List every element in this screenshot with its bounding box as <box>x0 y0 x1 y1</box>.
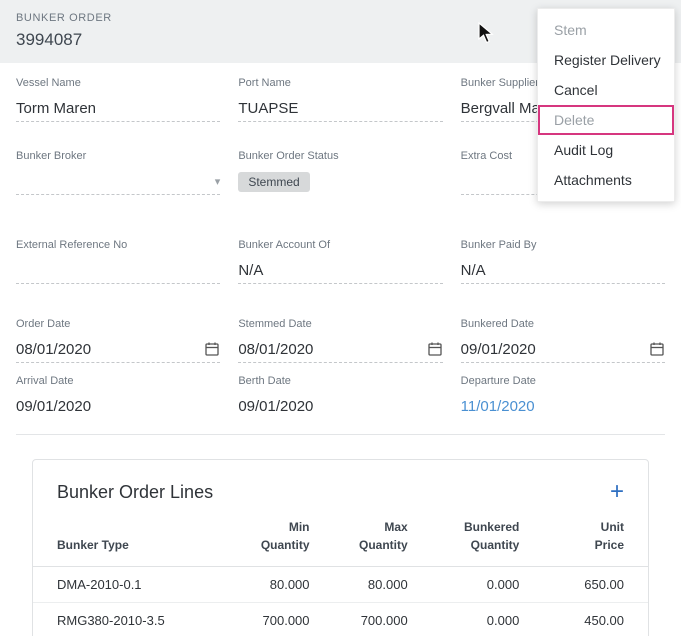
cell-bunker-type: DMA-2010-0.1 <box>33 567 211 603</box>
column-header-text: Price <box>519 536 624 554</box>
column-header-bunkered-quantity: Bunkered Quantity <box>408 510 520 567</box>
departure-date-link[interactable]: 11/01/2020 <box>461 398 535 415</box>
menu-item-stem[interactable]: Stem <box>538 15 674 45</box>
field-departure-date: Departure Date 11/01/2020 <box>461 375 665 420</box>
menu-item-cancel[interactable]: Cancel <box>538 75 674 105</box>
port-name-input[interactable]: TUAPSE <box>238 98 442 122</box>
cell-bunkered-quantity: 0.000 <box>408 603 520 636</box>
chevron-down-icon: ▾ <box>215 175 221 188</box>
port-name-label: Port Name <box>238 77 442 89</box>
calendar-icon[interactable] <box>204 341 220 357</box>
column-header-text: Max <box>310 518 408 536</box>
field-bunker-account-of: Bunker Account Of N/A <box>238 239 442 284</box>
field-bunkered-date: Bunkered Date 09/01/2020 <box>461 318 665 363</box>
column-header-text: Min <box>211 518 309 536</box>
field-stemmed-date: Stemmed Date 08/01/2020 <box>238 318 442 363</box>
bunker-broker-label: Bunker Broker <box>16 150 220 162</box>
column-header-text: Quantity <box>211 536 309 554</box>
cell-min-quantity: 80.000 <box>211 567 309 603</box>
column-header-unit-price: Unit Price <box>519 510 648 567</box>
column-header-max-quantity: Max Quantity <box>310 510 408 567</box>
form-row-4: Order Date 08/01/2020 Stemmed Date 08/01… <box>16 318 665 363</box>
menu-item-register-delivery[interactable]: Register Delivery <box>538 45 674 75</box>
order-lines-table: Bunker Type Min Quantity Max Quantity Bu… <box>33 510 648 636</box>
bunkered-date-value: 09/01/2020 <box>461 341 536 358</box>
menu-item-delete[interactable]: Delete <box>538 105 674 135</box>
field-berth-date: Berth Date 09/01/2020 <box>238 375 442 420</box>
bunker-account-of-value: N/A <box>238 262 263 279</box>
arrival-date-value: 09/01/2020 <box>16 398 91 415</box>
cell-unit-price: 650.00 <box>519 567 648 603</box>
card-header: Bunker Order Lines + <box>33 460 648 510</box>
external-reference-no-input[interactable] <box>16 260 220 284</box>
arrival-date-field: 09/01/2020 <box>16 396 220 420</box>
add-line-button[interactable]: + <box>610 480 624 504</box>
vessel-name-value: Torm Maren <box>16 100 96 117</box>
field-bunker-broker: Bunker Broker ▾ <box>16 150 220 195</box>
field-external-reference-no: External Reference No <box>16 239 220 284</box>
external-reference-no-label: External Reference No <box>16 239 220 251</box>
field-bunker-order-status: Bunker Order Status Stemmed <box>238 150 442 195</box>
table-header-row: Bunker Type Min Quantity Max Quantity Bu… <box>33 510 648 567</box>
column-header-text: Quantity <box>408 536 520 554</box>
bunker-paid-by-value: N/A <box>461 262 486 279</box>
order-date-input[interactable]: 08/01/2020 <box>16 339 220 363</box>
calendar-icon[interactable] <box>649 341 665 357</box>
column-header-text: Quantity <box>310 536 408 554</box>
column-header-bunker-type: Bunker Type <box>33 510 211 567</box>
card-title: Bunker Order Lines <box>57 482 213 503</box>
cell-unit-price: 450.00 <box>519 603 648 636</box>
bunker-paid-by-label: Bunker Paid By <box>461 239 665 251</box>
calendar-icon[interactable] <box>427 341 443 357</box>
form-row-3: External Reference No Bunker Account Of … <box>16 239 665 284</box>
table-row[interactable]: RMG380-2010-3.5 700.000 700.000 0.000 45… <box>33 603 648 636</box>
stemmed-date-value: 08/01/2020 <box>238 341 313 358</box>
cell-max-quantity: 80.000 <box>310 567 408 603</box>
field-bunker-paid-by: Bunker Paid By N/A <box>461 239 665 284</box>
field-arrival-date: Arrival Date 09/01/2020 <box>16 375 220 420</box>
column-header-text: Unit <box>519 518 624 536</box>
menu-item-attachments[interactable]: Attachments <box>538 165 674 195</box>
bunker-supplier-value: Bergvall Ma <box>461 100 540 117</box>
bunker-order-status-field: Stemmed <box>238 171 442 195</box>
order-actions-menu: Stem Register Delivery Cancel Delete Aud… <box>537 8 675 202</box>
bunker-paid-by-input[interactable]: N/A <box>461 260 665 284</box>
cell-bunker-type: RMG380-2010-3.5 <box>33 603 211 636</box>
section-divider <box>16 434 665 435</box>
table-row[interactable]: DMA-2010-0.1 80.000 80.000 0.000 650.00 <box>33 567 648 603</box>
port-name-value: TUAPSE <box>238 100 298 117</box>
menu-item-audit-log[interactable]: Audit Log <box>538 135 674 165</box>
stemmed-date-input[interactable]: 08/01/2020 <box>238 339 442 363</box>
cell-bunkered-quantity: 0.000 <box>408 567 520 603</box>
bunker-account-of-input[interactable]: N/A <box>238 260 442 284</box>
cell-max-quantity: 700.000 <box>310 603 408 636</box>
departure-date-label: Departure Date <box>461 375 665 387</box>
field-order-date: Order Date 08/01/2020 <box>16 318 220 363</box>
column-header-text: Bunkered <box>408 518 520 536</box>
bunkered-date-input[interactable]: 09/01/2020 <box>461 339 665 363</box>
form-row-5: Arrival Date 09/01/2020 Berth Date 09/01… <box>16 375 665 420</box>
berth-date-label: Berth Date <box>238 375 442 387</box>
column-header-text: Bunker Type <box>57 536 211 554</box>
vessel-name-label: Vessel Name <box>16 77 220 89</box>
berth-date-value: 09/01/2020 <box>238 398 313 415</box>
arrival-date-label: Arrival Date <box>16 375 220 387</box>
status-badge: Stemmed <box>238 172 309 192</box>
bunkered-date-label: Bunkered Date <box>461 318 665 330</box>
bunker-broker-select[interactable]: ▾ <box>16 171 220 195</box>
berth-date-field: 09/01/2020 <box>238 396 442 420</box>
order-date-label: Order Date <box>16 318 220 330</box>
bunker-order-status-label: Bunker Order Status <box>238 150 442 162</box>
bunker-account-of-label: Bunker Account Of <box>238 239 442 251</box>
stemmed-date-label: Stemmed Date <box>238 318 442 330</box>
vessel-name-input[interactable]: Torm Maren <box>16 98 220 122</box>
bunker-order-page: BUNKER ORDER 3994087 Vessel Name Torm Ma… <box>0 0 681 636</box>
field-port-name: Port Name TUAPSE <box>238 77 442 122</box>
cell-min-quantity: 700.000 <box>211 603 309 636</box>
field-vessel-name: Vessel Name Torm Maren <box>16 77 220 122</box>
bunker-order-lines-card: Bunker Order Lines + Bunker Type Min Qua… <box>32 459 649 636</box>
departure-date-field: 11/01/2020 <box>461 396 665 420</box>
column-header-min-quantity: Min Quantity <box>211 510 309 567</box>
order-date-value: 08/01/2020 <box>16 341 91 358</box>
